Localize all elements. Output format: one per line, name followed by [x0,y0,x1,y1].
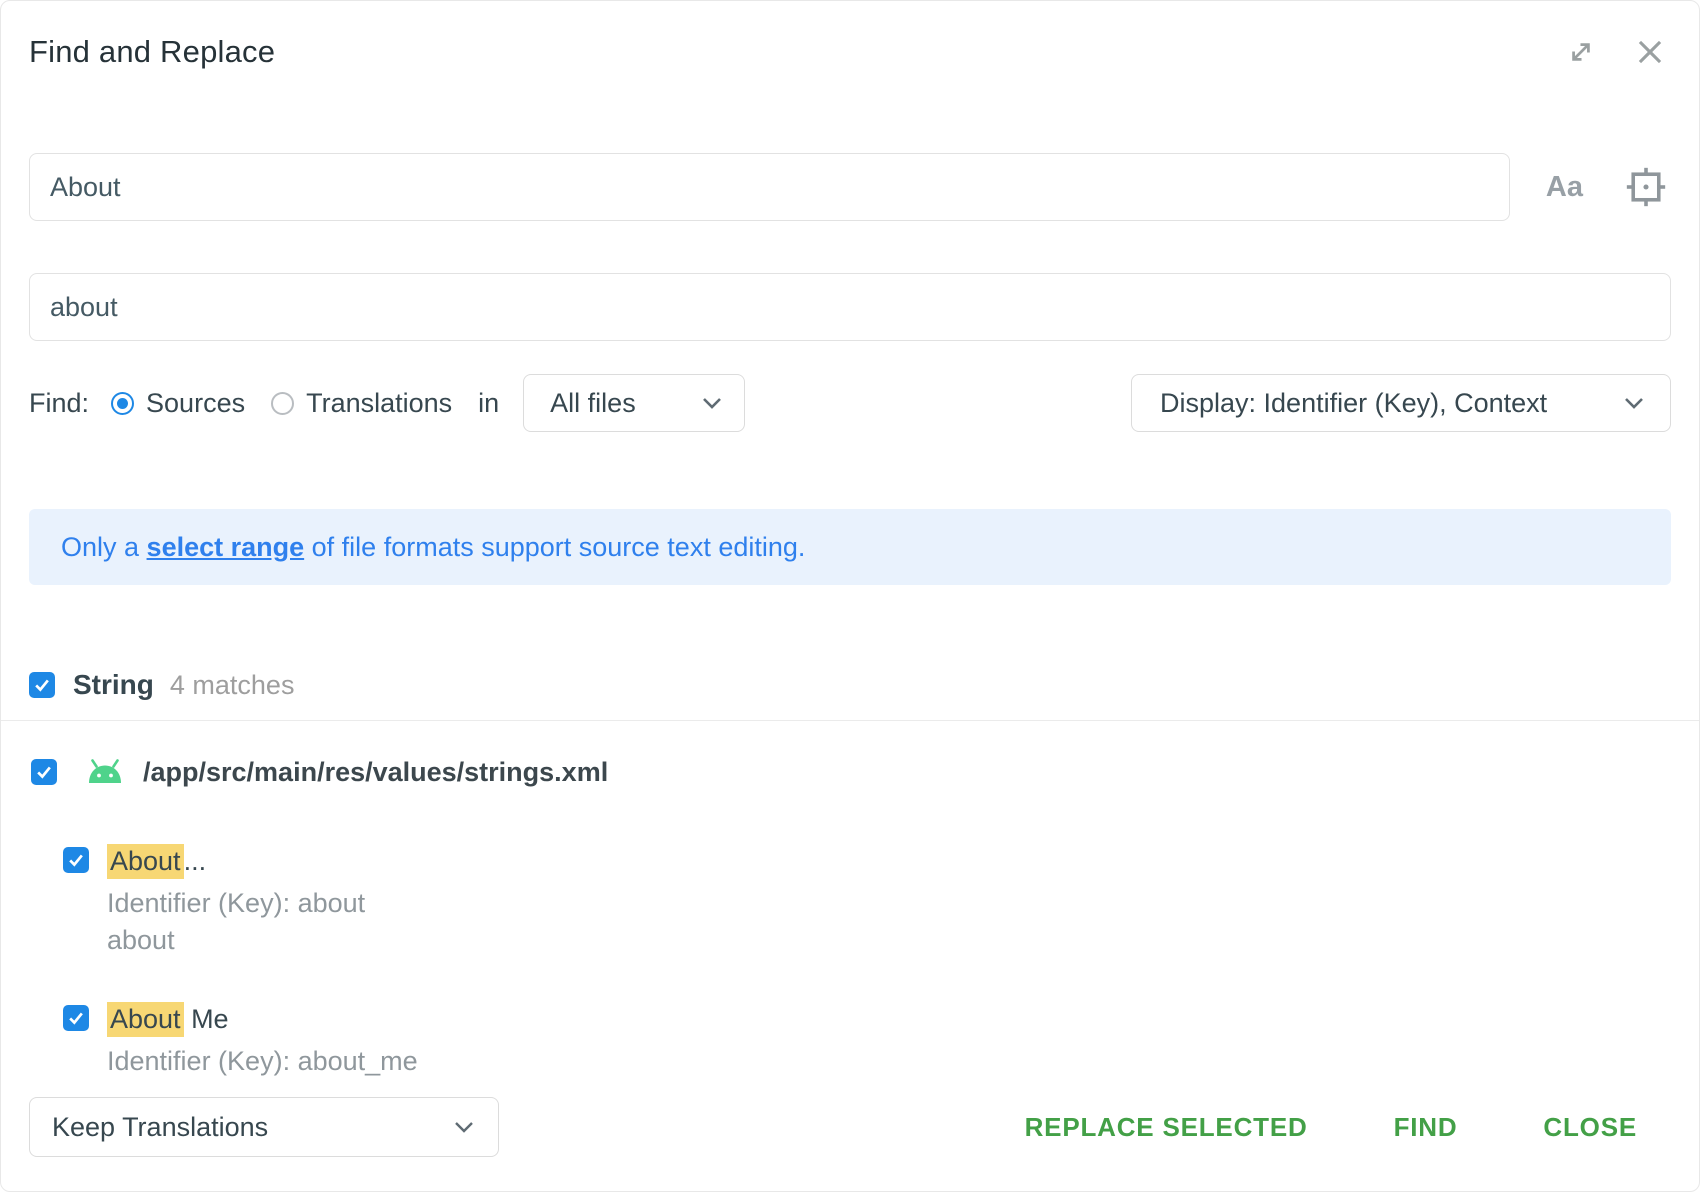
replace-input[interactable] [29,273,1671,341]
radio-sources-label: Sources [146,388,245,419]
file-checkbox[interactable] [31,759,57,785]
replace-row [29,273,1671,341]
match-count: 4 matches [170,670,295,701]
string-group-label: String [73,669,154,701]
identifier-line: Identifier (Key): about_me [107,1045,418,1077]
radio-unselected-icon [271,392,294,415]
search-input[interactable] [29,153,1510,221]
expand-icon[interactable] [1561,32,1601,72]
match-title: About... [107,844,365,878]
string-group-row: String 4 matches [29,670,1671,700]
dialog-header: Find and Replace [29,29,1671,75]
find-and-replace-dialog: Find and Replace Aa [0,0,1700,1192]
radio-sources[interactable]: Sources [111,388,245,419]
header-icons [1561,31,1671,73]
keep-translations-value: Keep Translations [52,1112,268,1143]
chevron-down-icon [1622,395,1646,412]
match-row: About Me Identifier (Key): about_me [63,1002,1671,1077]
file-path: /app/src/main/res/values/strings.xml [143,757,608,788]
banner-text-after: of file formats support source text edit… [304,532,805,563]
dialog-title: Find and Replace [29,34,275,70]
match-content: About... Identifier (Key): about about [107,844,365,956]
keep-translations-select[interactable]: Keep Translations [29,1097,499,1157]
highlighted-term: About [107,844,184,879]
close-button[interactable]: CLOSE [1543,1112,1637,1143]
close-icon[interactable] [1629,31,1671,73]
select-range-link[interactable]: select range [147,532,305,563]
file-row: /app/src/main/res/values/strings.xml [29,754,1671,790]
match-checkbox[interactable] [63,1005,89,1031]
find-label: Find: [29,388,89,419]
find-scope-options: Find: Sources Translations in All files [29,374,745,432]
selection-scope-icon[interactable] [1621,162,1671,212]
divider [1,720,1699,721]
radio-selected-icon [111,392,134,415]
identifier-line: Identifier (Key): about [107,887,365,919]
match-row: About... Identifier (Key): about about [63,844,1671,956]
replace-selected-button[interactable]: REPLACE SELECTED [1025,1112,1308,1143]
file-scope-value: All files [550,388,636,419]
match-case-toggle[interactable]: Aa [1546,171,1583,204]
match-title: About Me [107,1002,418,1036]
chevron-down-icon [452,1119,476,1136]
options-row: Find: Sources Translations in All files … [29,374,1671,432]
display-mode-value: Display: Identifier (Key), Context [1160,388,1547,419]
highlighted-term: About [107,1002,184,1037]
chevron-down-icon [700,395,724,412]
match-title-rest: Me [184,1004,229,1034]
string-group-checkbox[interactable] [29,672,55,698]
match-title-rest: ... [184,846,207,876]
search-row: Aa [29,153,1671,221]
match-content: About Me Identifier (Key): about_me [107,1002,418,1077]
dialog-footer: Keep Translations REPLACE SELECTED FIND … [29,1097,1671,1157]
footer-actions: REPLACE SELECTED FIND CLOSE [1025,1112,1637,1143]
radio-translations[interactable]: Translations [271,388,452,419]
radio-translations-label: Translations [306,388,452,419]
match-checkbox[interactable] [63,847,89,873]
display-mode-select[interactable]: Display: Identifier (Key), Context [1131,374,1671,432]
source-line: about [107,924,365,956]
banner-text-before: Only a [61,532,147,563]
info-banner: Only a select range of file formats supp… [29,509,1671,585]
in-label: in [478,388,499,419]
find-button[interactable]: FIND [1394,1112,1458,1143]
android-icon [85,757,125,787]
file-scope-select[interactable]: All files [523,374,745,432]
